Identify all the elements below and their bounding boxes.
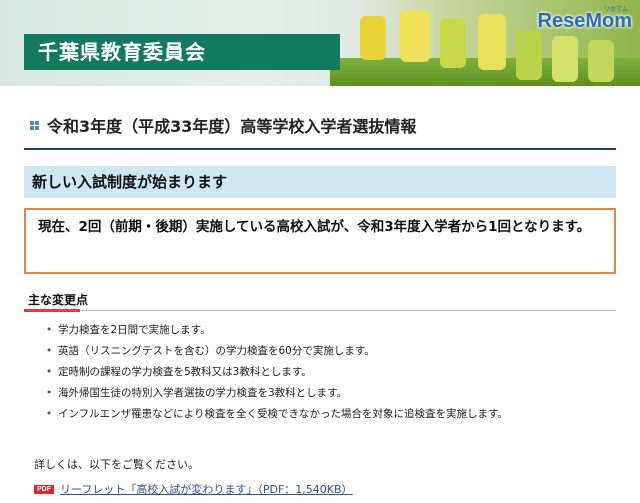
changes-accent-bar (24, 309, 80, 312)
list-item: 定時制の課程の学力検査を5教科又は3教科とします。 (46, 362, 508, 383)
page-heading: 令和3年度（平成33年度）高等学校入学者選抜情報 (30, 113, 416, 137)
banner-photo-figure (400, 10, 430, 62)
banner-photo-figure (588, 40, 614, 82)
pdf-link-row: PDF リーフレット「高校入試が変わります」（PDF：1,540KB） (34, 481, 353, 497)
list-item: インフルエンザ罹患などにより検査を全く受検できなかった場合を対象に追検査を実施し… (46, 404, 508, 425)
changes-list: 学力検査を2日間で実施します。 英語（リスニングテストを含む）の学力検査を60分… (46, 320, 508, 425)
page-title: 令和3年度（平成33年度）高等学校入学者選抜情報 (47, 117, 417, 136)
details-text: 詳しくは、以下をご覧ください。 (34, 458, 199, 471)
section-header: 新しい入試制度が始まります (24, 166, 616, 198)
changes-heading: 主な変更点 (28, 293, 89, 307)
resemom-logo: ReseMom (537, 10, 632, 32)
pdf-icon: PDF (34, 484, 54, 494)
changes-divider (24, 310, 616, 311)
banner-photo-figure (516, 30, 542, 80)
leaflet-pdf-link[interactable]: リーフレット「高校入試が変わります」（PDF：1,540KB） (60, 481, 353, 497)
list-item: 学力検査を2日間で実施します。 (46, 320, 508, 341)
list-item: 海外帰国生徒の特別入学者選抜の学力検査を3教科とします。 (46, 383, 508, 404)
heading-divider (24, 148, 616, 150)
notice-text: 現在、2回（前期・後期）実施している高校入試が、令和3年度入学者から1回となりま… (38, 219, 591, 235)
banner-photo-figure (360, 16, 386, 60)
banner-photo-figure (552, 36, 578, 82)
list-item: 英語（リスニングテストを含む）の学力検査を60分で実施します。 (46, 341, 508, 362)
banner-photo-figure (478, 14, 506, 70)
notice-box: 現在、2回（前期・後期）実施している高校入試が、令和3年度入学者から1回となりま… (24, 208, 616, 274)
site-title[interactable]: 千葉県教育委員会 (38, 36, 206, 68)
banner-photo-figure (440, 18, 466, 68)
header-banner: 千葉県教育委員会 リセマム ReseMom (0, 0, 640, 86)
grid-bullet-icon (30, 120, 39, 130)
section-title: 新しい入試制度が始まります (32, 173, 228, 191)
